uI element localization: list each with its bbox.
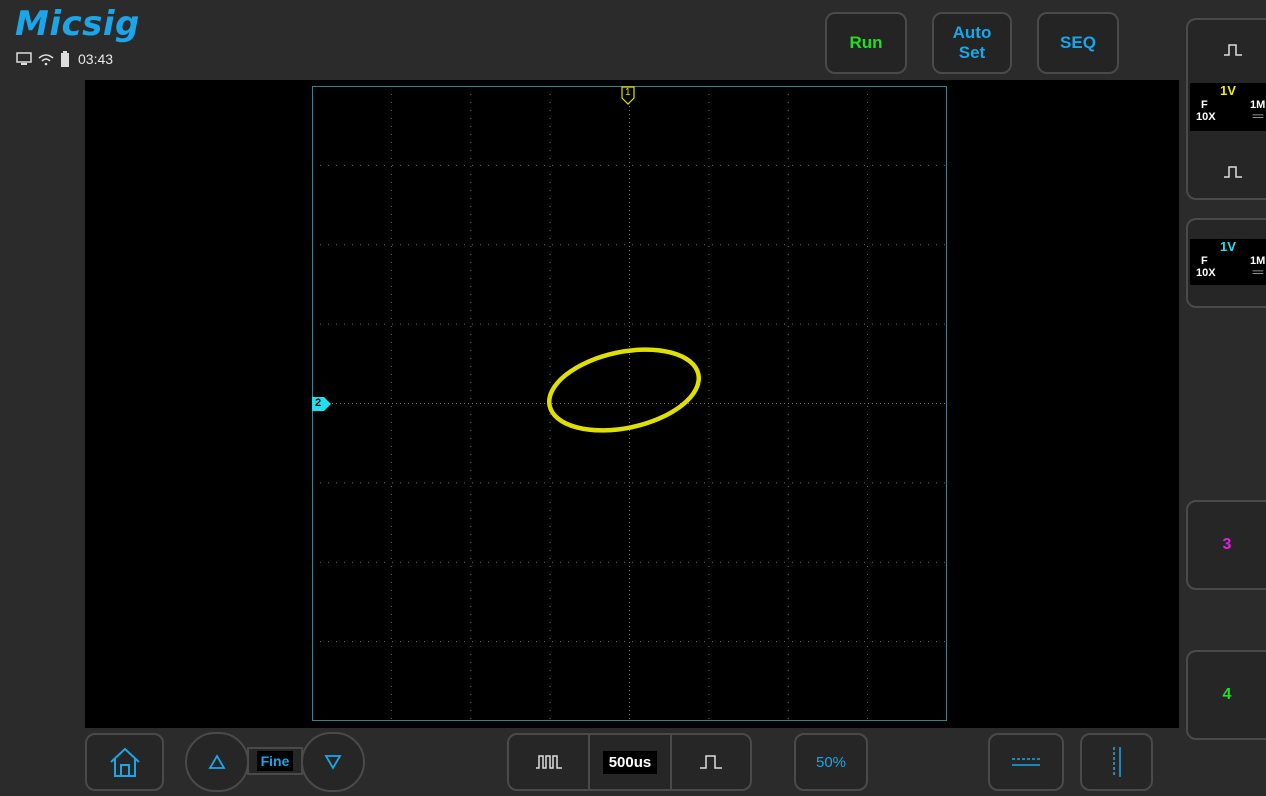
home-icon xyxy=(109,747,140,777)
dc-coupling-icon: == xyxy=(1252,267,1264,279)
ch2-impedance: 1M xyxy=(1250,255,1266,267)
up-triangle-icon xyxy=(208,754,226,769)
timebase-value: 500us xyxy=(602,750,658,774)
decrease-button[interactable] xyxy=(301,732,365,792)
ch3-button[interactable]: 3 xyxy=(1186,500,1266,590)
horizontal-cursor-icon xyxy=(1012,758,1040,766)
fine-label: Fine xyxy=(256,751,294,771)
ch2-position-marker[interactable]: 2 xyxy=(312,397,332,411)
ch2-volts: 1V xyxy=(1220,239,1236,254)
ch4-button[interactable]: 4 xyxy=(1186,650,1266,740)
fine-toggle[interactable]: Fine xyxy=(247,747,303,775)
ch2-info[interactable]: 1V F 1M 10X == xyxy=(1190,239,1266,285)
ch1-coupling: F xyxy=(1201,99,1208,111)
ch1-position-marker[interactable]: 1 xyxy=(621,86,635,106)
ch2-marker-label: 2 xyxy=(315,397,322,409)
autoset-label-line1: Auto xyxy=(952,23,992,42)
horizontal-cursor-button[interactable] xyxy=(988,733,1064,791)
brand-logo: Micsig xyxy=(15,4,140,44)
vertical-cursor-button[interactable] xyxy=(1080,733,1153,791)
ch1-marker-label: 1 xyxy=(625,87,631,98)
home-button[interactable] xyxy=(85,733,164,791)
xy-graticule xyxy=(312,86,947,721)
seq-button[interactable]: SEQ xyxy=(1037,12,1119,74)
wifi-icon xyxy=(38,54,54,66)
run-button[interactable]: Run xyxy=(825,12,907,74)
trigger-50-label: 50% xyxy=(815,753,847,771)
pulse-icon xyxy=(1224,44,1242,56)
trigger-50-button[interactable]: 50% xyxy=(794,733,868,791)
timebase-decrease-button[interactable] xyxy=(507,733,590,791)
ch3-label: 3 xyxy=(1222,536,1232,553)
battery-icon xyxy=(61,51,69,67)
timebase-increase-button[interactable] xyxy=(670,733,752,791)
autoset-label-line2: Set xyxy=(958,43,986,62)
slow-pulse-icon xyxy=(700,755,722,769)
ch1-volts: 1V xyxy=(1220,83,1236,98)
autoset-button[interactable]: Auto Set xyxy=(932,12,1012,74)
status-bar: 03:43 xyxy=(16,50,113,68)
seq-button-label: SEQ xyxy=(1060,33,1096,52)
ch2-probe: 10X xyxy=(1196,267,1216,279)
fine-adjust-control: Fine xyxy=(185,732,365,792)
fast-pulse-icon xyxy=(535,755,562,769)
vertical-cursor-icon xyxy=(1112,747,1121,777)
increase-button[interactable] xyxy=(185,732,249,792)
ch1-probe: 10X xyxy=(1196,111,1216,123)
monitor-icon xyxy=(16,52,32,65)
clock: 03:43 xyxy=(78,51,114,67)
ch4-label: 4 xyxy=(1222,686,1232,703)
ch2-coupling: F xyxy=(1201,255,1208,267)
down-triangle-icon xyxy=(324,755,342,770)
timebase-display[interactable]: 500us xyxy=(588,733,672,791)
run-button-label: Run xyxy=(849,33,883,52)
dc-coupling-icon: == xyxy=(1252,111,1264,123)
ch1-impedance: 1M xyxy=(1250,99,1266,111)
pulse-icon xyxy=(1224,166,1242,178)
ch1-info[interactable]: 1V F 1M 10X == xyxy=(1190,83,1266,131)
xy-trace xyxy=(546,347,702,433)
